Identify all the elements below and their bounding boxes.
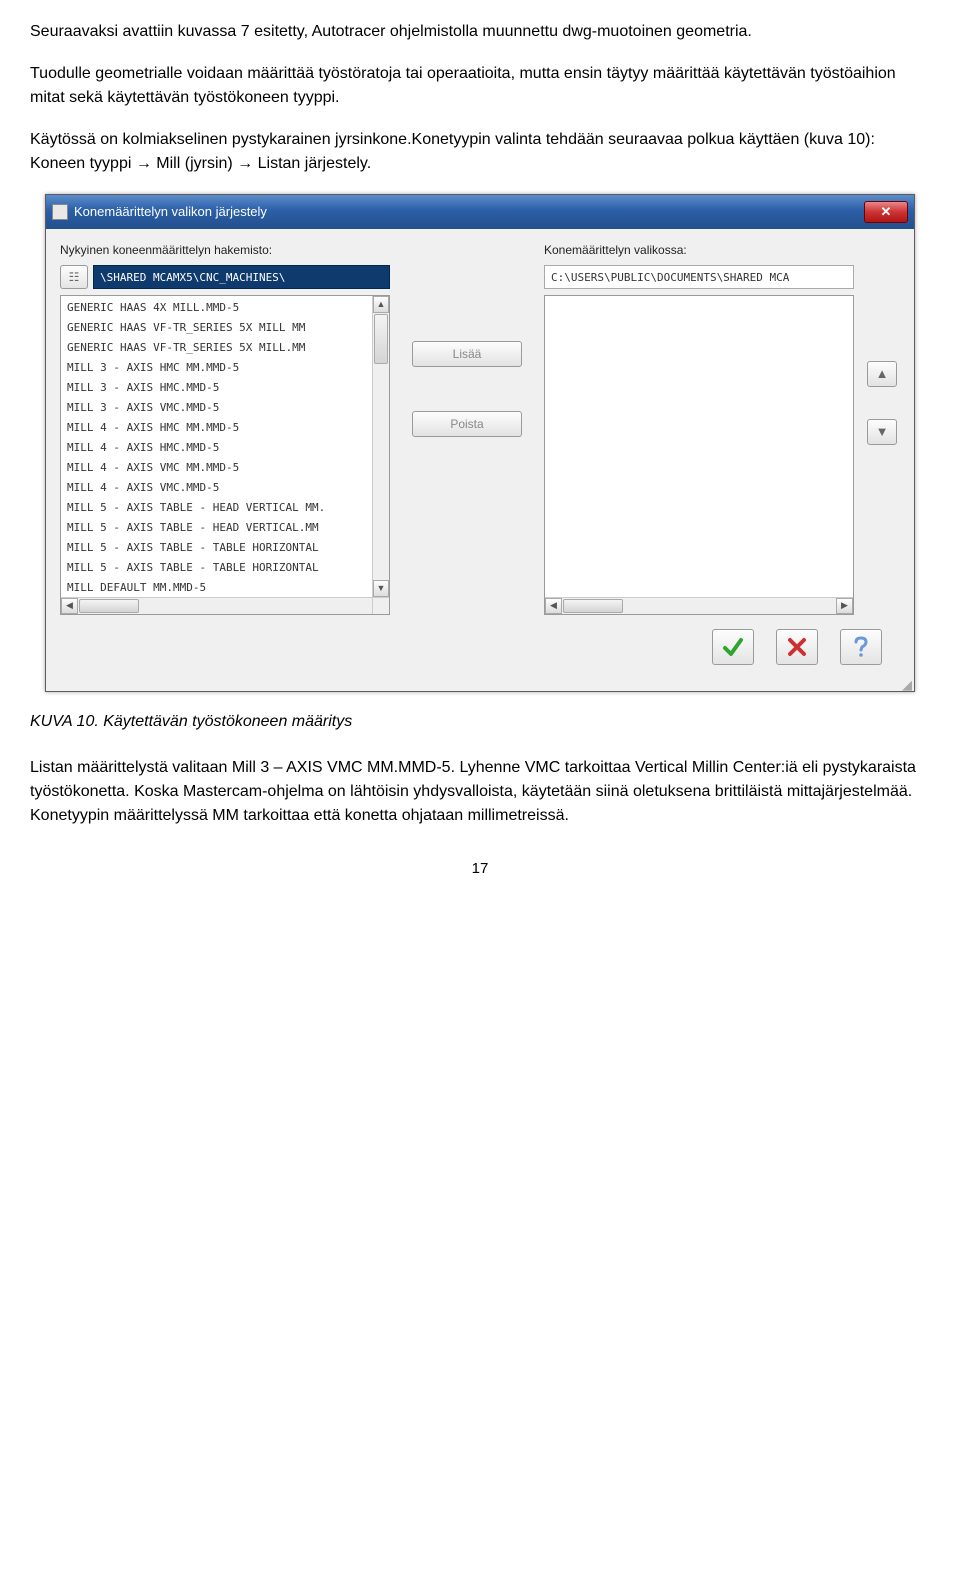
menu-directory-path[interactable]: C:\USERS\PUBLIC\DOCUMENTS\SHARED MCA <box>544 265 854 289</box>
browse-tree-button[interactable]: ☷ <box>60 265 88 289</box>
scroll-left-button[interactable]: ◀ <box>61 598 78 614</box>
tree-icon: ☷ <box>69 268 80 286</box>
current-directory-path[interactable]: \SHARED MCAMX5\CNC_MACHINES\ <box>93 265 390 289</box>
remove-button[interactable]: Poista <box>412 411 522 437</box>
vertical-scrollbar[interactable]: ▲ ▼ <box>372 296 389 597</box>
horizontal-scrollbar[interactable]: ◀ ▶ <box>545 597 853 614</box>
scroll-thumb[interactable] <box>374 314 388 364</box>
list-item[interactable]: GENERIC HAAS VF-TR_SERIES 5X MILL.MM <box>61 338 389 358</box>
list-item[interactable]: MILL 3 - AXIS VMC.MMD-5 <box>61 398 389 418</box>
list-item[interactable]: MILL DEFAULT MM.MMD-5 <box>61 578 389 598</box>
move-up-button[interactable]: ▲ <box>867 361 897 387</box>
list-item[interactable]: GENERIC HAAS 4X MILL.MMD-5 <box>61 298 389 318</box>
cancel-button[interactable] <box>776 629 818 665</box>
ok-button[interactable] <box>712 629 754 665</box>
list-item[interactable]: MILL 5 - AXIS TABLE - TABLE HORIZONTAL <box>61 538 389 558</box>
x-icon <box>787 637 807 657</box>
check-icon <box>722 636 744 658</box>
move-down-button[interactable]: ▼ <box>867 419 897 445</box>
scroll-thumb-h[interactable] <box>563 599 623 613</box>
machine-config-dialog: Konemäärittelyn valikon järjestely ✕ Nyk… <box>45 194 915 692</box>
list-item[interactable]: MILL 5 - AXIS TABLE - TABLE HORIZONTAL <box>61 558 389 578</box>
list-item[interactable]: MILL 4 - AXIS HMC MM.MMD-5 <box>61 418 389 438</box>
scroll-up-button[interactable]: ▲ <box>373 296 389 313</box>
right-list-label: Konemäärittelyn valikossa: <box>544 241 854 259</box>
list-item[interactable]: MILL 3 - AXIS HMC MM.MMD-5 <box>61 358 389 378</box>
paragraph: Tuodulle geometrialle voidaan määrittää … <box>30 62 930 110</box>
machine-files-list[interactable]: GENERIC HAAS 4X MILL.MMD-5GENERIC HAAS V… <box>60 295 390 615</box>
scroll-right-button[interactable]: ▶ <box>836 598 853 614</box>
arrow-up-icon: ▲ <box>876 364 889 384</box>
paragraph: Käytössä on kolmiakselinen pystykarainen… <box>30 128 930 176</box>
close-icon: ✕ <box>881 202 892 222</box>
titlebar: Konemäärittelyn valikon järjestely ✕ <box>46 195 914 229</box>
list-item[interactable]: MILL 3 - AXIS HMC.MMD-5 <box>61 378 389 398</box>
arrow-down-icon: ▼ <box>876 422 889 442</box>
scroll-thumb-h[interactable] <box>79 599 139 613</box>
list-item[interactable]: MILL 4 - AXIS VMC MM.MMD-5 <box>61 458 389 478</box>
add-button[interactable]: Lisää <box>412 341 522 367</box>
question-icon <box>851 636 871 658</box>
resize-grip[interactable]: ◢ <box>46 681 914 691</box>
list-item[interactable]: MILL 5 - AXIS TABLE - HEAD VERTICAL MM. <box>61 498 389 518</box>
paragraph: Listan määrittelystä valitaan Mill 3 – A… <box>30 756 930 828</box>
scroll-down-button[interactable]: ▼ <box>373 580 389 597</box>
list-item[interactable]: GENERIC HAAS VF-TR_SERIES 5X MILL MM <box>61 318 389 338</box>
scroll-left-button[interactable]: ◀ <box>545 598 562 614</box>
list-item[interactable]: MILL 4 - AXIS HMC.MMD-5 <box>61 438 389 458</box>
list-item[interactable]: MILL 4 - AXIS VMC.MMD-5 <box>61 478 389 498</box>
dialog-title: Konemäärittelyn valikon järjestely <box>74 202 267 222</box>
app-icon <box>52 204 68 220</box>
list-item[interactable]: MILL 5 - AXIS TABLE - HEAD VERTICAL.MM <box>61 518 389 538</box>
help-button[interactable] <box>840 629 882 665</box>
paragraph: Seuraavaksi avattiin kuvassa 7 esitetty,… <box>30 20 930 44</box>
page-number: 17 <box>30 858 930 881</box>
figure-caption: KUVA 10. Käytettävän työstökoneen määrit… <box>30 710 930 734</box>
horizontal-scrollbar[interactable]: ◀ ▶ <box>61 597 389 614</box>
menu-machines-list[interactable]: ◀ ▶ <box>544 295 854 615</box>
close-button[interactable]: ✕ <box>864 201 908 223</box>
left-list-label: Nykyinen koneenmäärittelyn hakemisto: <box>60 241 390 259</box>
